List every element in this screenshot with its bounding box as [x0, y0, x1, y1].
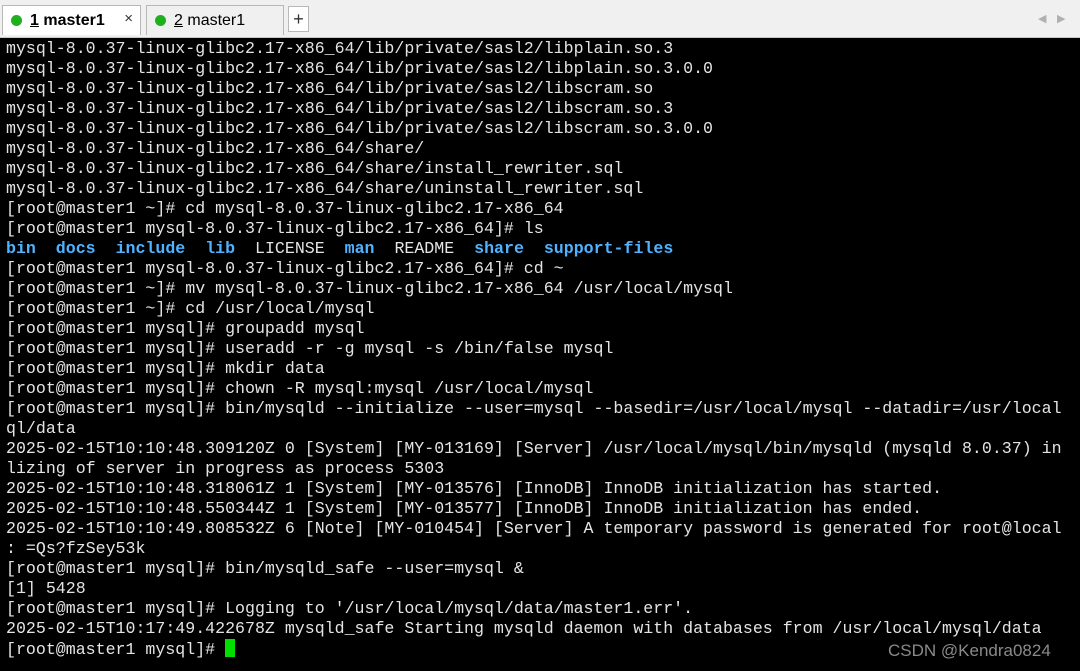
ls-directory-entry: bin [6, 239, 36, 258]
terminal-line: mysql-8.0.37-linux-glibc2.17-x86_64/shar… [6, 139, 425, 158]
ls-directory-entry: share [474, 239, 524, 258]
terminal-line: mysql-8.0.37-linux-glibc2.17-x86_64/lib/… [6, 59, 714, 78]
terminal-line: 2025-02-15T10:10:49.808532Z 6 [Note] [MY… [6, 519, 1062, 538]
terminal-line: : =Qs?fzSey53k [6, 539, 146, 558]
terminal-line: mysql-8.0.37-linux-glibc2.17-x86_64/shar… [6, 159, 624, 178]
tab-session-1-number: 1 [30, 11, 39, 29]
text-cursor [225, 639, 236, 657]
tab-session-1-title: master1 [43, 11, 105, 29]
scroll-tabs-left-icon[interactable]: ◀ [1038, 12, 1046, 25]
terminal-line: [root@master1 mysql]# groupadd mysql [6, 319, 365, 338]
shell-prompt: [root@master1 mysql]# [6, 640, 226, 659]
terminal-line: [root@master1 mysql]# bin/mysqld_safe --… [6, 559, 524, 578]
connected-status-icon [155, 15, 166, 26]
terminal-line: [root@master1 mysql]# Logging to '/usr/l… [6, 599, 694, 618]
watermark: CSDN @Kendra0824 [888, 641, 1051, 660]
tab-session-2[interactable]: 2 master1 [146, 5, 284, 35]
terminal-line: mysql-8.0.37-linux-glibc2.17-x86_64/shar… [6, 179, 644, 198]
ls-output-line: bin docs include lib LICENSE man README … [6, 239, 1076, 259]
terminal-line: lizing of server in progress as process … [6, 459, 445, 478]
terminal-line: ql/data [6, 419, 76, 438]
new-tab-button[interactable]: + [288, 6, 309, 32]
terminal-line: [root@master1 mysql]# mkdir data [6, 359, 325, 378]
terminal-line: mysql-8.0.37-linux-glibc2.17-x86_64/lib/… [6, 119, 714, 138]
terminal-line: 2025-02-15T10:17:49.422678Z mysqld_safe … [6, 619, 1042, 638]
terminal-line: 2025-02-15T10:10:48.550344Z 1 [System] [… [6, 499, 923, 518]
terminal-line: [1] 5428 [6, 579, 86, 598]
ls-directory-entry: docs [55, 239, 96, 258]
ls-directory-entry: support-files [543, 239, 674, 258]
ls-directory-entry: lib [205, 239, 236, 258]
tab-session-1[interactable]: 1 master1 × [2, 5, 141, 35]
terminal-line: [root@master1 ~]# cd /usr/local/mysql [6, 299, 375, 318]
terminal-line: mysql-8.0.37-linux-glibc2.17-x86_64/lib/… [6, 79, 654, 98]
terminal-lines: mysql-8.0.37-linux-glibc2.17-x86_64/lib/… [6, 39, 1076, 659]
terminal-output[interactable]: mysql-8.0.37-linux-glibc2.17-x86_64/lib/… [0, 38, 1080, 671]
terminal-line: 2025-02-15T10:10:48.318061Z 1 [System] [… [6, 479, 943, 498]
tab-session-2-number: 2 [174, 11, 183, 29]
terminal-line: [root@master1 ~]# mv mysql-8.0.37-linux-… [6, 279, 733, 298]
terminal-line: [root@master1 mysql]# useradd -r -g mysq… [6, 339, 614, 358]
ls-directory-entry: include [115, 239, 186, 258]
terminal-line: [root@master1 mysql-8.0.37-linux-glibc2.… [6, 219, 544, 238]
close-icon[interactable]: × [124, 10, 133, 27]
scroll-tabs-right-icon[interactable]: ▶ [1057, 12, 1065, 25]
tab-bar: 1 master1 × 2 master1 + ◀ ▶ [0, 0, 1080, 38]
terminal-line: [root@master1 mysql-8.0.37-linux-glibc2.… [6, 259, 564, 278]
connected-status-icon [11, 15, 22, 26]
terminal-line: mysql-8.0.37-linux-glibc2.17-x86_64/lib/… [6, 99, 674, 118]
tab-session-1-label: 1 master1 [30, 12, 105, 30]
tab-session-2-title: master1 [187, 11, 246, 29]
terminal-line: [root@master1 mysql]# bin/mysqld --initi… [6, 399, 1062, 418]
ls-file-entry: LICENSE [255, 239, 325, 258]
terminal-line: mysql-8.0.37-linux-glibc2.17-x86_64/lib/… [6, 39, 674, 58]
terminal-line: [root@master1 ~]# cd mysql-8.0.37-linux-… [6, 199, 564, 218]
ls-directory-entry: man [344, 239, 375, 258]
terminal-line: 2025-02-15T10:10:48.309120Z 0 [System] [… [6, 439, 1062, 458]
terminal-line: [root@master1 mysql]# chown -R mysql:mys… [6, 379, 594, 398]
tab-session-2-label: 2 master1 [174, 12, 245, 30]
ls-file-entry: README [394, 239, 455, 258]
